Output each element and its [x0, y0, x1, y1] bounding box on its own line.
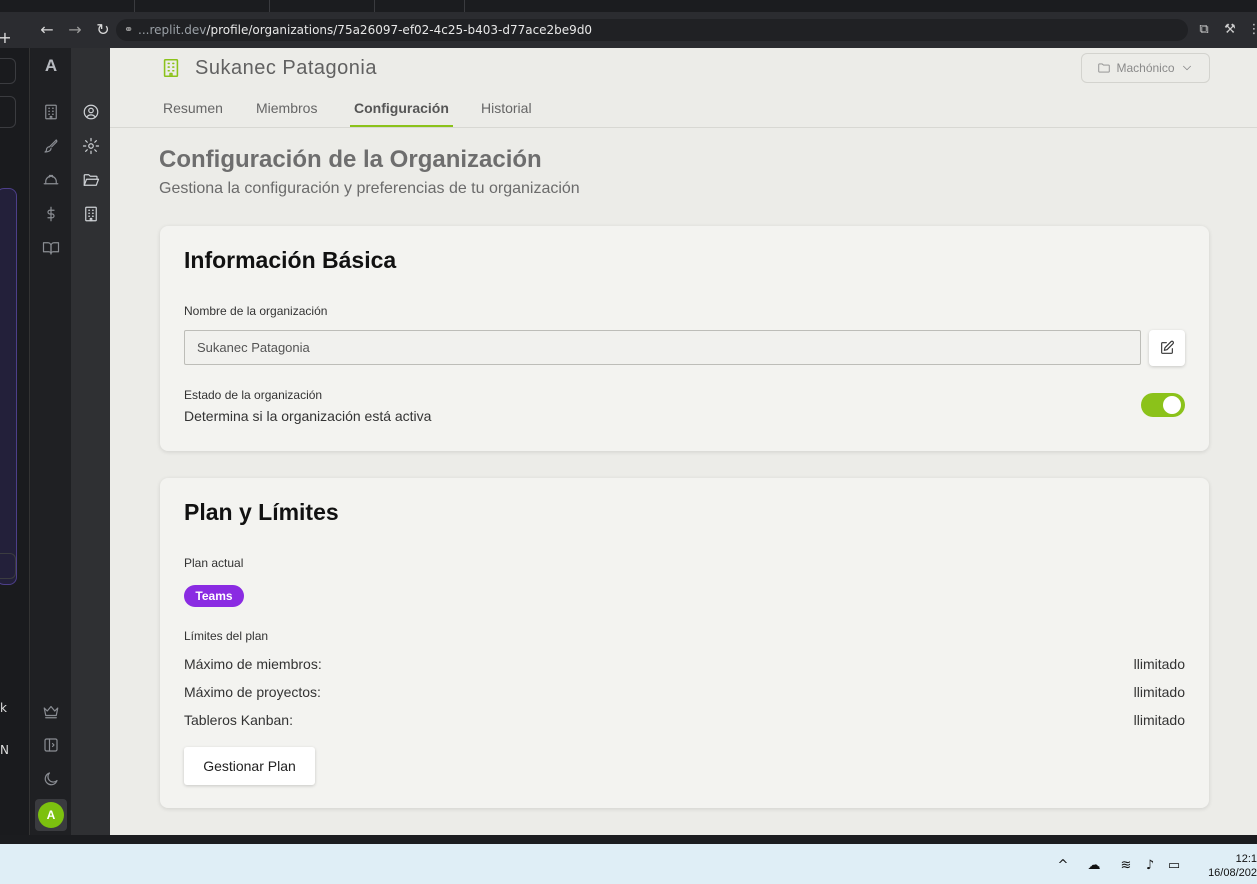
browser-tab[interactable] — [135, 0, 270, 12]
moon-icon[interactable] — [40, 768, 62, 790]
folder-open-icon[interactable] — [80, 169, 102, 191]
clock-date: 16/08/202 — [1208, 867, 1257, 879]
side-panel-text: N — [0, 743, 9, 757]
url-path: /profile/organizations/75a26097-ef02-4c2… — [206, 23, 593, 37]
limit-value: llimitado — [1133, 712, 1185, 728]
chevron-down-icon — [1182, 65, 1191, 71]
taskbar-clock[interactable]: 12:1 16/08/202 — [1200, 852, 1257, 880]
plan-badge: Teams — [184, 585, 244, 607]
gear-icon[interactable] — [80, 135, 102, 157]
avatar-container[interactable]: A — [35, 799, 67, 831]
sidebar-toggle-icon[interactable] — [40, 734, 62, 756]
page-title: Configuración de la Organización — [159, 146, 542, 173]
cloud-icon[interactable]: ☁ — [1085, 857, 1103, 875]
devices-icon[interactable]: ⧉ — [1193, 19, 1215, 41]
plus-icon[interactable]: + — [0, 26, 16, 50]
app-rail-secondary — [71, 48, 110, 835]
wifi-icon[interactable]: ≋ — [1117, 857, 1135, 875]
window-bottom-edge — [0, 835, 1257, 844]
building-icon[interactable] — [80, 203, 102, 225]
back-arrow-icon[interactable]: ← — [36, 18, 58, 42]
limit-label: Máximo de miembros: — [184, 656, 322, 672]
browser-tab[interactable] — [270, 0, 375, 12]
building-icon[interactable] — [40, 101, 62, 123]
limit-value: llimitado — [1133, 656, 1185, 672]
browser-side-panel: k N > — [0, 48, 30, 868]
hardhat-icon[interactable] — [40, 169, 62, 191]
side-panel-highlight — [0, 188, 17, 585]
status-toggle[interactable] — [1141, 393, 1185, 417]
side-panel-box[interactable] — [0, 553, 16, 579]
tab-miembros[interactable]: Miembros — [252, 98, 321, 118]
browser-tab[interactable] — [375, 0, 465, 12]
forward-arrow-icon[interactable]: → — [64, 18, 86, 42]
limit-value: llimitado — [1133, 684, 1185, 700]
manage-plan-button[interactable]: Gestionar Plan — [184, 747, 315, 785]
battery-icon[interactable]: ▭ — [1165, 857, 1183, 875]
brush-icon[interactable] — [40, 135, 62, 157]
clock-time: 12:1 — [1235, 853, 1257, 865]
side-panel-text: k — [0, 701, 7, 715]
workspace-label: Machónico — [1116, 61, 1175, 75]
org-title: Sukanec Patagonia — [195, 57, 377, 79]
side-panel-box[interactable] — [0, 96, 16, 128]
dollar-icon[interactable] — [40, 203, 62, 225]
edit-icon — [1161, 340, 1174, 354]
url-domain: ...replit.dev — [138, 23, 207, 37]
plan-limits-label: Límites del plan — [184, 629, 269, 643]
address-bar[interactable]: ⚭ ...replit.dev/profile/organizations/75… — [116, 19, 1188, 41]
limit-label: Máximo de proyectos: — [184, 684, 321, 700]
tab-configuracion[interactable]: Configuración — [350, 98, 453, 118]
page-subtitle: Gestiona la configuración y preferencias… — [159, 180, 580, 197]
browser-tab[interactable] — [30, 0, 135, 12]
crown-icon[interactable] — [40, 700, 62, 722]
main-content: Sukanec Patagonia Machónico Resumen Miem… — [110, 48, 1257, 835]
edit-name-button[interactable] — [1149, 330, 1185, 366]
plus-glyph: + — [0, 28, 12, 47]
chevron-up-icon[interactable]: ^ — [1054, 857, 1072, 875]
menu-icon[interactable]: ⋮ — [1243, 19, 1257, 41]
plan-title: Plan y Límites — [184, 499, 339, 525]
status-label: Estado de la organización — [184, 388, 323, 402]
current-plan-label: Plan actual — [184, 556, 244, 570]
org-name-label: Nombre de la organización — [184, 304, 328, 318]
address-url: ...replit.dev/profile/organizations/75a2… — [138, 22, 592, 38]
link-icon: ⚭ — [124, 23, 134, 36]
active-tab-indicator — [350, 125, 453, 127]
basic-info-card: Información Básica Nombre de la organiza… — [160, 226, 1209, 451]
basic-info-title: Información Básica — [184, 247, 397, 273]
book-icon[interactable] — [40, 237, 62, 259]
status-description: Determina si la organización está activa — [184, 408, 432, 424]
volume-icon[interactable]: ♪ — [1141, 857, 1159, 875]
folder-icon — [1098, 63, 1111, 73]
browser-tab-strip — [0, 0, 1257, 12]
avatar[interactable]: A — [38, 802, 64, 828]
org-name-input[interactable] — [184, 330, 1141, 365]
org-header: Sukanec Patagonia Machónico Resumen Miem… — [110, 48, 1257, 128]
limit-label: Tableros Kanban: — [184, 712, 293, 728]
toggle-knob — [1163, 396, 1181, 414]
app-logo[interactable]: A — [41, 56, 61, 76]
user-circle-icon[interactable] — [80, 101, 102, 123]
building-icon — [160, 57, 182, 79]
plan-card: Plan y Límites Plan actual Teams Límites… — [160, 478, 1209, 808]
tools-icon[interactable]: ⚒ — [1219, 19, 1241, 41]
workspace-selector[interactable]: Machónico — [1081, 53, 1210, 83]
tab-historial[interactable]: Historial — [477, 98, 536, 118]
reload-icon[interactable]: ↻ — [92, 18, 114, 42]
tab-resumen[interactable]: Resumen — [159, 98, 227, 118]
side-panel-box[interactable] — [0, 58, 16, 84]
